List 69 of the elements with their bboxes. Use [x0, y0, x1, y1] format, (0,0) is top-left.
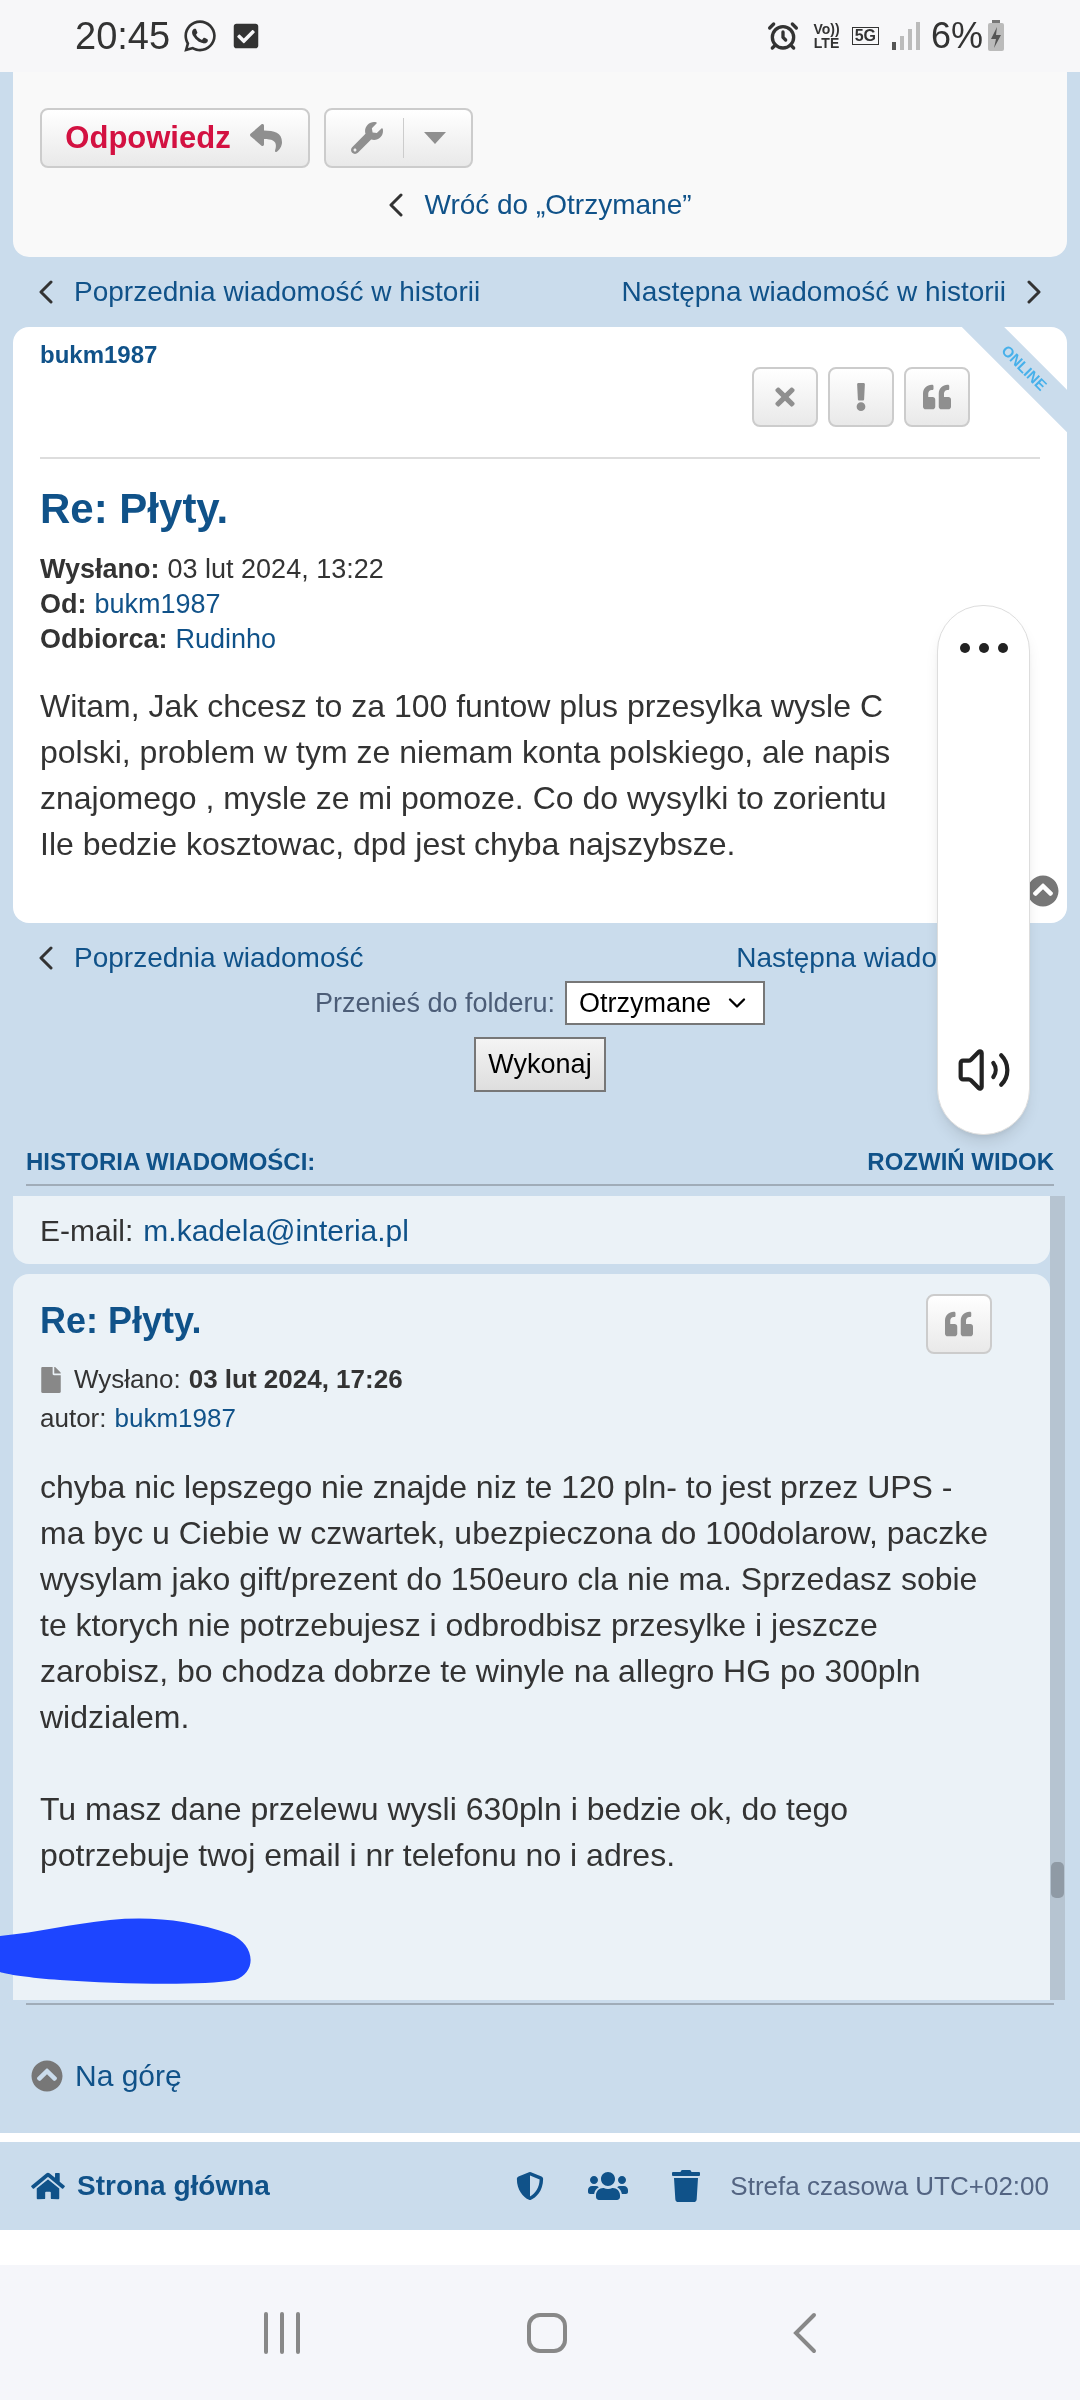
volte-label: Vo))	[813, 22, 840, 36]
email-link[interactable]: m.kadela@interia.pl	[143, 1207, 409, 1253]
meta-label: Od:	[40, 588, 87, 621]
chevron-left-icon	[38, 280, 54, 304]
shield-icon[interactable]	[516, 2170, 545, 2202]
email-label: E-mail:	[40, 1212, 134, 1249]
history-heading: HISTORIA WIADOMOŚCI:	[26, 1147, 316, 1177]
quote-icon	[923, 383, 951, 411]
phone-bubble-icon	[182, 18, 219, 54]
message-text-line: znajomego , mysle ze mi pomoze. Co do wysylki to zorientu	[40, 779, 887, 818]
caret-icon	[424, 132, 446, 144]
timezone-text: Strefa czasowa UTC+02:00	[730, 2169, 1049, 2203]
post-paragraph: Tu masz dane przelewu wysli 630pln i bedzie ok, do tego potrzebuje twoj email i nr telefonu no i adres.	[40, 1790, 850, 1875]
previous-link[interactable]: Poprzednia wiadomość w historii	[38, 271, 481, 313]
reply-button[interactable]: Odpowiedz	[40, 108, 310, 168]
next-link[interactable]: Następna wiadomość w historii	[621, 271, 1042, 313]
lte-label: LTE	[813, 36, 840, 50]
message-text-line: polski, problem w tym ze niemam konta polskiego, ale napis	[40, 733, 891, 772]
chevron-right-icon	[1026, 280, 1042, 304]
folder-select[interactable]: Otrzymane	[565, 981, 766, 1025]
sent-date: 03 lut 2024, 13:22	[167, 553, 384, 586]
sent-date: 03 lut 2024, 17:26	[188, 1363, 403, 1396]
meta-label: Odbiorca:	[40, 623, 168, 656]
tools-dropdown-button[interactable]	[324, 108, 473, 168]
quote-icon	[945, 1310, 973, 1338]
scroll-up-icon[interactable]	[1027, 875, 1059, 907]
folder-label: Przenieś do folderu:	[314, 986, 556, 1020]
chevron-left-icon	[38, 946, 54, 970]
meta-label: Wysłano:	[40, 553, 160, 586]
battery-charging-icon	[987, 20, 1005, 52]
back-to-top-link[interactable]: Na górę	[31, 2053, 1080, 2098]
delete-button[interactable]	[752, 367, 818, 427]
chevron-left-icon	[388, 193, 405, 217]
recent-apps-icon[interactable]	[262, 2311, 302, 2354]
battery-percent: 6%	[930, 14, 983, 58]
report-button[interactable]	[828, 367, 894, 427]
scrollbar[interactable]	[1050, 1196, 1065, 2000]
quote-button[interactable]	[926, 1294, 992, 1354]
alarm-icon	[767, 20, 800, 52]
home-link[interactable]: Strona główna	[31, 2165, 270, 2207]
users-icon[interactable]	[588, 2169, 629, 2203]
author-link[interactable]: bukm1987	[114, 1399, 236, 1438]
message-text-line: Witam, Jak chcesz to za 100 funtow plus przesylka wysle C	[40, 687, 883, 726]
trash-icon[interactable]	[672, 2170, 701, 2202]
signal-icon	[890, 22, 921, 50]
post-title: Re: Płyty.	[40, 1299, 202, 1343]
author-label: autor:	[40, 1402, 107, 1435]
post-paragraph: chyba nic lepszego nie znajde niz te 120 pln- to jest przez UPS - ma byc u Ciebie w czwartek, ubezpieczona do 100dolarow, paczke wysylam jako gift/prezent do 150euro cla nie ma. Sprzedasz sobie te ktorych nie potrzebujesz i odbrodbisz przesylke i jeszcze zarobisz, bo chodza dobrze te winyle na allegro HG po 300pln widzialem.	[40, 1468, 990, 1737]
previous-link[interactable]: Poprzednia wiadomość	[38, 937, 364, 979]
clock-time: 20:45	[75, 13, 171, 59]
checkbox-icon	[232, 22, 261, 50]
sent-label: Wysłano:	[74, 1363, 181, 1396]
next-link[interactable]: Następna wiado	[736, 937, 937, 979]
back-link[interactable]: Wróć do „Otrzymane”	[388, 184, 692, 226]
home-icon	[31, 2171, 65, 2201]
author-link[interactable]: Rudinho	[175, 622, 277, 657]
back-icon[interactable]	[792, 2311, 818, 2354]
message-text-line: Ile bedzie kosztowac, dpd jest chyba najszybsze.	[40, 825, 736, 864]
message-title: Re: Płyty.	[40, 484, 230, 534]
more-options-icon[interactable]	[958, 642, 1009, 654]
execute-button[interactable]: Wykonaj	[474, 1037, 606, 1092]
home-button-icon[interactable]	[526, 2311, 568, 2354]
author-link[interactable]: bukm1987	[94, 587, 221, 622]
file-icon	[40, 1366, 62, 1393]
author-name[interactable]: bukm1987	[40, 337, 158, 427]
quote-button[interactable]	[904, 367, 970, 427]
wrench-icon	[351, 122, 383, 154]
expand-view-link[interactable]: ROZWIŃ WIDOK	[867, 1144, 1054, 1180]
network-label: 5G	[851, 27, 879, 45]
